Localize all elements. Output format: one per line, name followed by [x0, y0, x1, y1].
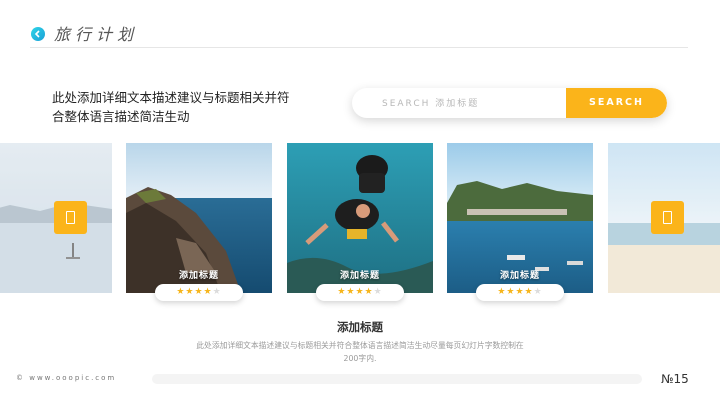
section-title: 添加标题: [337, 320, 383, 334]
intro-line-2: 合整体语言描述简洁生动: [52, 109, 190, 124]
card-1-caption: 添加标题: [178, 271, 219, 281]
star-icon: ★★★★: [497, 287, 534, 297]
star-icon: ★★★★: [176, 287, 213, 297]
intro-line-1: 此处添加详细文本描述建议与标题相关并符: [52, 90, 290, 105]
header-divider: [30, 47, 688, 48]
section-description: 此处添加详细文本描述建议与标题相关并符合整体语言描述简洁生动尽量每页幻灯片字数控…: [170, 339, 550, 365]
search-bar[interactable]: SEARCH 添加标题 SEARCH: [352, 88, 667, 118]
star-empty-icon: ★: [373, 287, 383, 297]
card-3-rating: ★★★★★: [476, 284, 564, 301]
website-credit: © www.ooopic.com: [16, 374, 117, 382]
page-number: №15: [661, 372, 689, 386]
search-input[interactable]: SEARCH 添加标题: [382, 96, 479, 109]
description-line-1: 此处添加详细文本描述建议与标题相关并符合整体语言描述简洁生动尽量每页幻灯片字数控…: [196, 341, 524, 350]
card-2-rating: ★★★★★: [316, 284, 404, 301]
prev-icon: [66, 211, 75, 224]
star-icon: ★★★★: [337, 287, 374, 297]
carousel-next-button[interactable]: [651, 201, 684, 234]
card-1[interactable]: 添加标题: [126, 143, 272, 293]
star-empty-icon: ★: [533, 287, 543, 297]
intro-text: 此处添加详细文本描述建议与标题相关并符 合整体语言描述简洁生动: [52, 88, 297, 126]
star-empty-icon: ★: [212, 287, 222, 297]
next-icon: [663, 211, 672, 224]
search-button[interactable]: SEARCH: [566, 88, 667, 118]
card-2-caption: 添加标题: [339, 271, 380, 281]
card-3[interactable]: 添加标题: [447, 143, 593, 293]
card-3-caption: 添加标题: [499, 271, 540, 281]
carousel-prev-button[interactable]: [54, 201, 87, 234]
footer-bar: [152, 374, 642, 384]
description-line-2: 200字内.: [343, 354, 377, 363]
card-1-rating: ★★★★★: [155, 284, 243, 301]
back-chevron-icon[interactable]: [31, 27, 45, 41]
page-title: 旅行计划: [54, 25, 139, 44]
card-2[interactable]: 添加标题: [287, 143, 433, 293]
